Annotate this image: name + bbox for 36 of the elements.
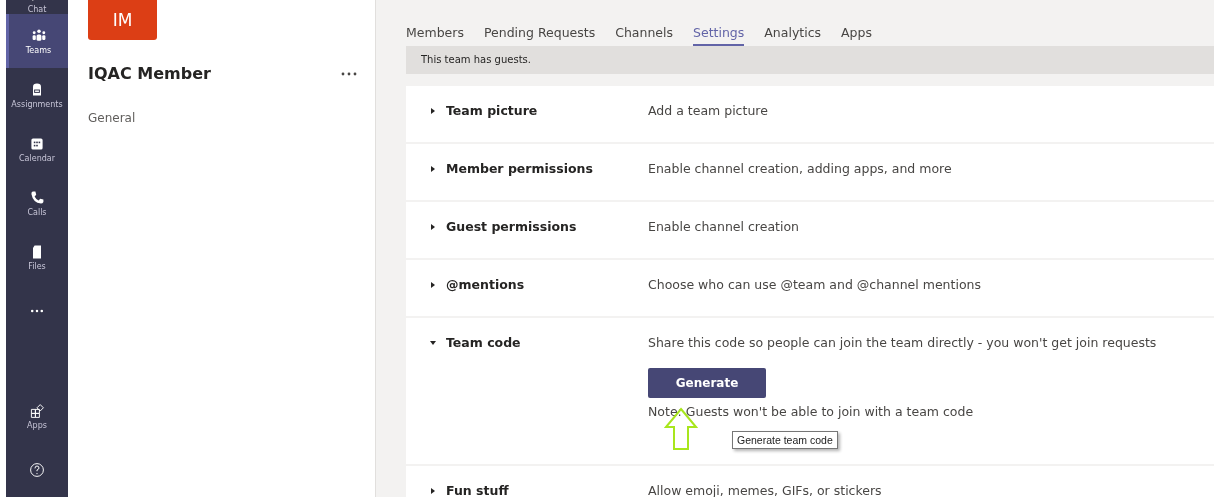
tab[interactable]: Channels <box>615 24 673 46</box>
rail-item[interactable]: Apps <box>6 389 68 443</box>
rail-item[interactable]: Calendar <box>6 122 68 176</box>
calendar-icon <box>29 135 45 152</box>
setting-title: Team code <box>446 335 521 350</box>
setting-title: Guest permissions <box>446 219 577 234</box>
more-icon[interactable] <box>341 71 357 76</box>
setting-description: Choose who can use @team and @channel mentions <box>648 277 981 292</box>
team-name: IQAC Member <box>88 64 212 83</box>
rail-item[interactable]: Calls <box>6 176 68 230</box>
rail-item[interactable]: Assignments <box>6 68 68 122</box>
tab[interactable]: Apps <box>841 24 872 46</box>
rail-item[interactable]: Teams <box>6 14 68 68</box>
setting-title: Member permissions <box>446 161 593 176</box>
team-avatar: IM <box>88 0 157 40</box>
setting-title: Team picture <box>446 103 538 118</box>
help-icon <box>29 462 45 478</box>
apps-icon <box>29 402 45 419</box>
phone-icon <box>29 189 45 206</box>
rail-item[interactable]: Chat <box>6 0 68 14</box>
people-icon <box>30 27 47 44</box>
tab[interactable]: Analytics <box>764 24 822 46</box>
channel-item[interactable]: General <box>88 111 375 125</box>
setting-title: Fun stuff <box>446 483 509 497</box>
setting-description: Allow emoji, memes, GIFs, or stickers <box>648 483 882 497</box>
generate-button[interactable]: Generate <box>648 368 766 398</box>
tooltip: Generate team code <box>732 431 838 449</box>
setting-description: Share this code so people can join the team directly - you won't get join requests <box>648 335 1157 350</box>
setting-description: Enable channel creation, adding apps, and more <box>648 161 952 176</box>
guest-banner: This team has guests. <box>406 46 1214 74</box>
tab[interactable]: Members <box>406 24 464 46</box>
setting-description: Enable channel creation <box>648 219 800 234</box>
rail-item[interactable]: Files <box>6 230 68 284</box>
setting-description: Add a team picture <box>648 103 768 118</box>
setting-title: @mentions <box>446 277 525 292</box>
tab[interactable]: Pending Requests <box>483 24 596 46</box>
